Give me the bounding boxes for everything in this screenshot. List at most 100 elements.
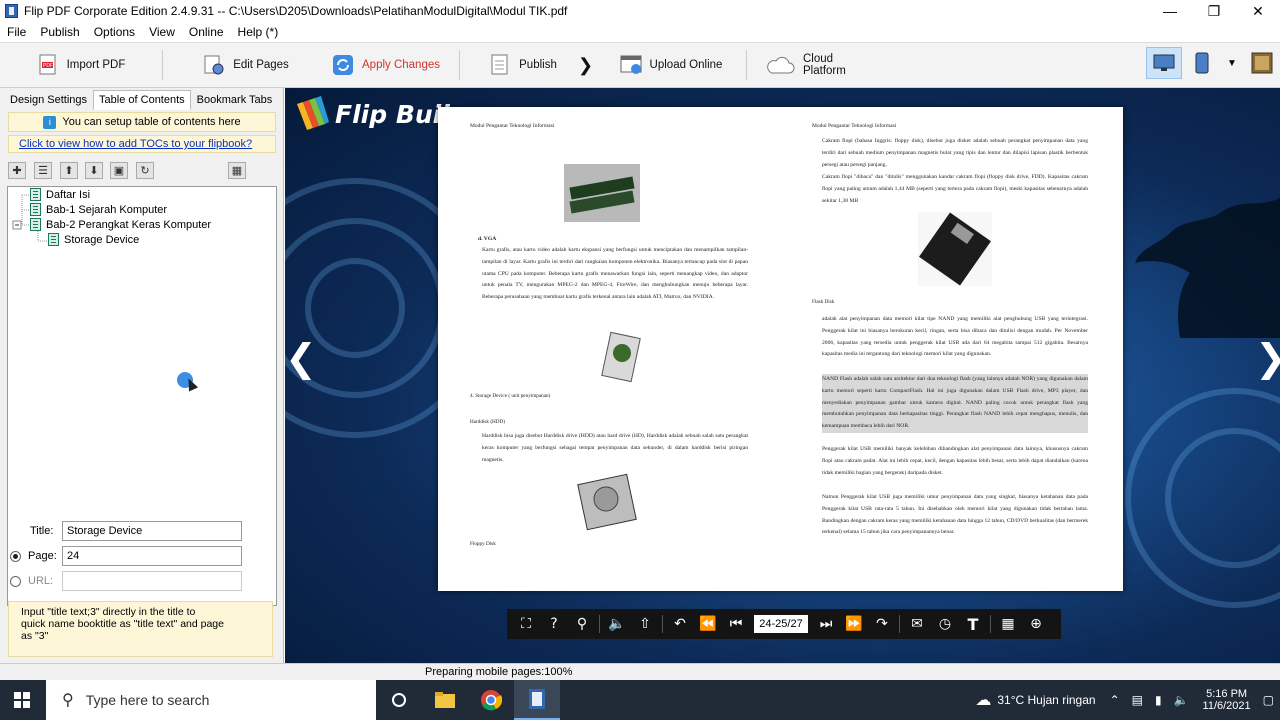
fullscreen-icon[interactable]: ⛶ xyxy=(512,612,540,636)
thumbnails-icon[interactable]: ▦ xyxy=(994,612,1022,636)
delete-button[interactable]: ▦ xyxy=(228,162,246,179)
flip-pdf-taskbar-button[interactable] xyxy=(514,680,560,720)
fast-forward-icon[interactable]: ⏩ xyxy=(840,612,868,636)
help-icon[interactable]: ? xyxy=(540,612,568,636)
flip-builder-logo: Flip Buil xyxy=(293,96,450,132)
upload-online-label: Upload Online xyxy=(649,59,723,71)
storage-heading: 4. Storage Device ( unit penyimpanan) xyxy=(470,393,551,399)
controls-separator xyxy=(899,615,900,633)
move-down-button[interactable]: ⬇ xyxy=(85,162,103,179)
redo-button[interactable]: ↻ xyxy=(136,162,154,179)
email-icon[interactable]: ✉ xyxy=(903,612,931,636)
page-radio[interactable] xyxy=(10,550,21,562)
prev-page-arrow[interactable]: ❮ xyxy=(285,336,317,380)
right-page[interactable]: Modul Pengantar Teknologi Informasi Cakr… xyxy=(780,107,1122,591)
panel-tabs: Design Settings Table of Contents Bookma… xyxy=(4,90,278,110)
howto-link[interactable]: Click to view how to add TOCs to your fl… xyxy=(8,135,276,153)
toolbar-separator xyxy=(162,50,163,80)
url-input[interactable] xyxy=(62,571,242,591)
battery-icon[interactable]: ▮ xyxy=(1155,693,1162,707)
viewer-controls: ⛶ ? ⚲ 🔈 ⇧ ↶ ⏪ ⏮ 24-25/27 ⏭ ⏩ ↷ ✉ ◷ T ▦ ⊕ xyxy=(507,609,1061,639)
menu-view[interactable]: View xyxy=(142,25,182,39)
network-icon[interactable]: ▤ xyxy=(1132,693,1143,707)
chevron-up-icon[interactable]: ⌃ xyxy=(1110,693,1120,707)
list-icon: ☰ xyxy=(38,165,48,177)
title-help-text: Input "title text;3" directly in the tit… xyxy=(8,601,273,657)
move-up-button[interactable]: ⬆ xyxy=(60,162,78,179)
desktop-view-button[interactable] xyxy=(1146,47,1182,79)
toc-item-storage-device[interactable]: Storage Device xyxy=(48,232,139,247)
start-button[interactable] xyxy=(0,680,44,720)
left-page[interactable]: Modul Pengantar Teknologi Informasi d. V… xyxy=(438,107,780,591)
edit-pages-button[interactable]: Edit Pages xyxy=(171,47,321,83)
cloud-platform-button[interactable]: Cloud Platform xyxy=(755,47,875,83)
main-toolbar: PDF Import PDF Edit Pages Apply Changes … xyxy=(0,42,1280,88)
status-bar: Preparing mobile pages:100% xyxy=(0,663,1280,680)
template-button[interactable] xyxy=(1244,47,1280,79)
menu-online[interactable]: Online xyxy=(182,25,231,39)
tab-design-settings[interactable]: Design Settings xyxy=(4,90,93,110)
rewind-icon[interactable]: ⏪ xyxy=(694,612,722,636)
system-tray: ☁ 31°C Hujan ringan ⌃ ▤ ▮ 🔈 5:16 PM 11/6… xyxy=(975,680,1280,720)
close-button[interactable]: ✕ xyxy=(1236,0,1280,22)
upload-online-button[interactable]: Upload Online xyxy=(604,47,738,83)
minimize-button[interactable]: — xyxy=(1148,0,1192,22)
clock[interactable]: 5:16 PM 11/6/2021 xyxy=(1203,688,1251,712)
zoom-in-icon[interactable]: ⊕ xyxy=(1022,612,1050,636)
file-explorer-button[interactable] xyxy=(422,680,468,720)
flash-paragraph-4: Namun Penggerak kilat USB juga memiliki … xyxy=(822,494,1088,536)
url-radio-row: URL: xyxy=(10,571,53,591)
monitor-icon xyxy=(1153,54,1175,71)
tree-silhouette xyxy=(1135,198,1280,338)
toc-item-bab-1[interactable]: Bab-1 Sejarah Komputer xyxy=(30,202,167,217)
toc-toolbar: ✚ ☰ ⬆ ⬇ ▣ ↻ ▦ xyxy=(8,162,276,180)
next-page-arrow[interactable]: ❯ xyxy=(1255,336,1280,380)
hdd-heading: Harddisk (HDD) xyxy=(470,419,506,425)
taskbar-search[interactable]: ⚲ Type here to search xyxy=(46,680,376,720)
url-radio[interactable] xyxy=(10,575,21,587)
tab-table-of-contents[interactable]: Table of Contents xyxy=(93,90,191,110)
toc-item-bab-2[interactable]: Bab-2 Perangkat Keras Komputer xyxy=(30,217,211,232)
view-dropdown-button[interactable]: ▼ xyxy=(1222,47,1242,79)
page-indicator-input[interactable]: 24-25/27 xyxy=(754,615,808,633)
menu-publish[interactable]: Publish xyxy=(33,25,86,39)
title-input[interactable]: Storage Device xyxy=(62,521,242,541)
forward-icon[interactable]: ↷ xyxy=(868,612,896,636)
apply-changes-button[interactable]: Apply Changes xyxy=(321,47,451,83)
bookmark-icon xyxy=(30,188,41,201)
text-icon[interactable]: T xyxy=(959,612,987,636)
flip-pdf-icon xyxy=(529,689,545,709)
menu-help[interactable]: Help (*) xyxy=(231,25,286,39)
volume-icon[interactable]: 🔈 xyxy=(1174,693,1189,707)
toc-tree: Daftar Isi Bab-1 Sejarah Komputer Bab-2 … xyxy=(7,186,277,606)
toc-item-daftar-isi[interactable]: Daftar Isi xyxy=(30,187,90,202)
import-pdf-button[interactable]: PDF Import PDF xyxy=(8,47,154,83)
menu-options[interactable]: Options xyxy=(87,25,142,39)
menu-file[interactable]: File xyxy=(0,25,33,39)
logo-text: Flip Buil xyxy=(335,99,450,129)
edit-pages-label: Edit Pages xyxy=(233,59,289,71)
first-page-icon[interactable]: ⏮ xyxy=(722,612,750,636)
weather-text[interactable]: 31°C Hujan ringan xyxy=(997,693,1095,707)
date-text: 11/6/2021 xyxy=(1202,700,1251,712)
tab-bookmark-tabs[interactable]: Bookmark Tabs xyxy=(191,90,279,110)
mobile-view-button[interactable] xyxy=(1184,47,1220,79)
last-page-icon[interactable]: ⏭ xyxy=(812,612,840,636)
autoplay-icon[interactable]: ◷ xyxy=(931,612,959,636)
share-icon[interactable]: ⇧ xyxy=(631,612,659,636)
ram-image xyxy=(564,164,640,222)
left-panel: Design Settings Table of Contents Bookma… xyxy=(0,88,284,663)
add-item-button[interactable]: ✚ xyxy=(8,162,26,179)
sound-icon[interactable]: 🔈 xyxy=(603,612,631,636)
task-view-button[interactable] xyxy=(376,680,422,720)
save-toc-button[interactable]: ▣ xyxy=(110,162,128,179)
chrome-button[interactable] xyxy=(468,680,514,720)
zoom-icon[interactable]: ⚲ xyxy=(568,612,596,636)
publish-button[interactable]: Publish xyxy=(468,47,578,83)
page-input[interactable]: 24 xyxy=(62,546,242,566)
maximize-button[interactable]: ❐ xyxy=(1192,0,1236,22)
add-child-button[interactable]: ☰ xyxy=(34,162,52,179)
back-icon[interactable]: ↶ xyxy=(666,612,694,636)
controls-separator xyxy=(599,615,600,633)
notification-icon[interactable]: ▢ xyxy=(1263,693,1274,707)
